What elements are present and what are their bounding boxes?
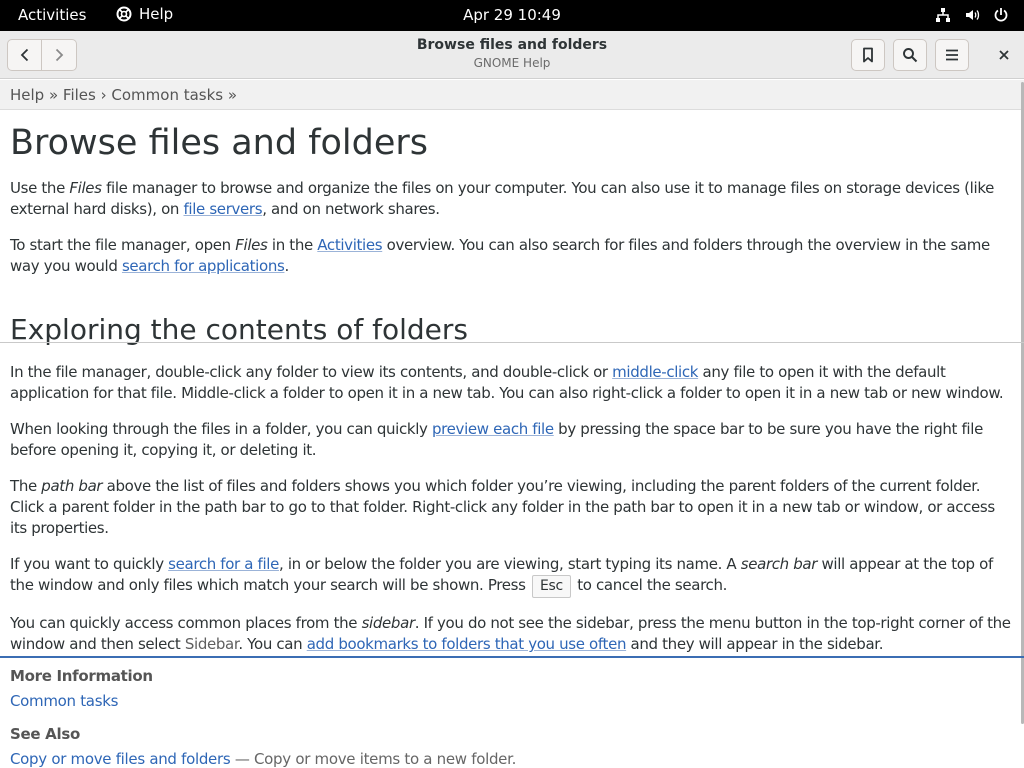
app-name-files: Files bbox=[69, 179, 102, 197]
link-search-for-a-file[interactable]: search for a file bbox=[168, 555, 279, 573]
footer-divider bbox=[0, 656, 1024, 658]
more-information-title: More Information bbox=[10, 667, 153, 685]
paragraph-sidebar: You can quickly access common places fro… bbox=[10, 614, 1011, 653]
power-icon bbox=[994, 8, 1008, 22]
breadcrumb-files[interactable]: Files bbox=[63, 86, 96, 104]
paragraph-search: If you want to quickly search for a file… bbox=[10, 554, 1015, 598]
links-section: More Information Common tasks See Also C… bbox=[10, 666, 1010, 768]
link-file-servers[interactable]: file servers bbox=[183, 200, 262, 218]
forward-button[interactable] bbox=[42, 39, 77, 71]
app-menu-label: Help bbox=[139, 5, 174, 23]
back-button[interactable] bbox=[7, 39, 42, 71]
link-copy-or-move-files[interactable]: Copy or move files and folders bbox=[10, 750, 231, 768]
paragraph-start: To start the file manager, open Files in… bbox=[10, 236, 990, 275]
breadcrumb-separator: » bbox=[223, 86, 238, 104]
term-path-bar: path bar bbox=[41, 477, 103, 495]
paragraph-path-bar: The path bar above the list of files and… bbox=[10, 477, 995, 537]
top-bar: Activities Help Apr 29 10:49 bbox=[0, 0, 1024, 31]
system-tray[interactable] bbox=[935, 7, 1009, 23]
paragraph-double-click: In the file manager, double-click any fo… bbox=[10, 363, 1004, 402]
volume-icon bbox=[966, 10, 980, 20]
breadcrumb-separator: » bbox=[44, 86, 63, 104]
search-button[interactable] bbox=[893, 39, 927, 71]
see-also-title: See Also bbox=[10, 725, 80, 743]
key-esc: Esc bbox=[532, 575, 571, 598]
header-bar: Browse files and folders GNOME Help bbox=[0, 31, 1024, 79]
link-preview-each-file[interactable]: preview each file bbox=[432, 420, 554, 438]
link-add-bookmarks[interactable]: add bookmarks to folders that you use of… bbox=[307, 635, 627, 653]
back-arrow-icon bbox=[20, 48, 28, 62]
app-name-files: Files bbox=[235, 236, 268, 254]
link-search-for-applications[interactable]: search for applications bbox=[122, 257, 285, 275]
clock[interactable]: Apr 29 10:49 bbox=[463, 6, 561, 24]
term-sidebar: sidebar bbox=[361, 614, 416, 632]
bookmark-icon bbox=[863, 47, 873, 63]
breadcrumb-help[interactable]: Help bbox=[10, 86, 44, 104]
page-title: Browse files and folders bbox=[10, 123, 429, 163]
breadcrumb-common-tasks[interactable]: Common tasks bbox=[111, 86, 223, 104]
app-menu-button[interactable]: Help bbox=[116, 5, 173, 23]
forward-arrow-icon bbox=[55, 48, 64, 62]
paragraph-intro: Use the Files file manager to browse and… bbox=[10, 179, 994, 218]
link-common-tasks[interactable]: Common tasks bbox=[10, 692, 118, 710]
page-content: Browse files and folders Use the Files f… bbox=[10, 110, 1015, 655]
activities-button[interactable]: Activities bbox=[18, 6, 86, 24]
main-menu-button[interactable] bbox=[935, 39, 969, 71]
search-icon bbox=[903, 48, 918, 63]
section-divider bbox=[0, 342, 1024, 343]
close-icon bbox=[999, 50, 1009, 60]
link-middle-click[interactable]: middle-click bbox=[612, 363, 698, 381]
bookmark-button[interactable] bbox=[851, 39, 885, 71]
network-wired-icon bbox=[936, 8, 950, 22]
navigation-buttons bbox=[7, 39, 77, 71]
term-search-bar: search bar bbox=[740, 555, 818, 573]
paragraph-preview: When looking through the files in a fold… bbox=[10, 420, 983, 459]
breadcrumb-separator: › bbox=[95, 86, 112, 104]
see-also-description: — Copy or move items to a new folder. bbox=[230, 750, 517, 768]
link-activities[interactable]: Activities bbox=[317, 236, 382, 254]
help-lifebuoy-icon bbox=[116, 6, 132, 22]
close-window-button[interactable] bbox=[994, 45, 1014, 65]
gui-sidebar-label: Sidebar bbox=[184, 635, 239, 653]
hamburger-menu-icon bbox=[946, 49, 958, 61]
breadcrumb: Help » Files › Common tasks » bbox=[0, 80, 1024, 110]
